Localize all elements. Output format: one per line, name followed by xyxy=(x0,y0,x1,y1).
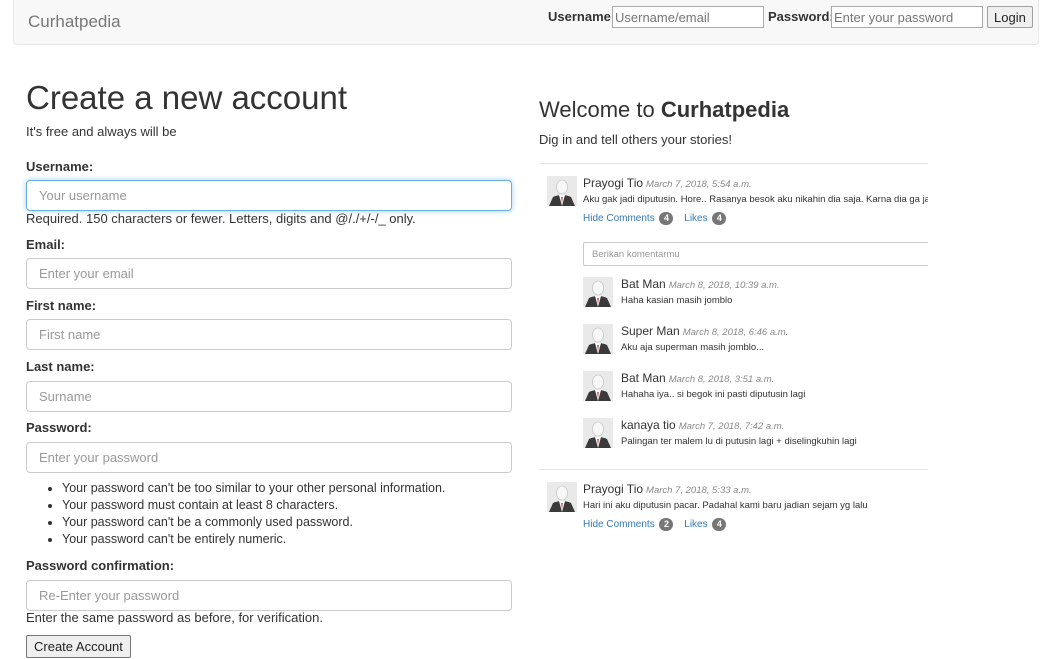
login-form: Username: Password: Login xyxy=(548,6,1038,28)
avatar xyxy=(583,324,613,354)
comments-count-badge: 2 xyxy=(659,518,674,531)
comments-count-badge: 4 xyxy=(659,212,674,225)
comment-item: Super Man March 8, 2018, 6:46 a.m. Aku aj… xyxy=(583,324,928,356)
avatar xyxy=(583,418,613,448)
email-field[interactable] xyxy=(26,258,512,289)
avatar xyxy=(583,277,613,307)
password-label: Password: xyxy=(768,9,834,24)
password-rule: Your password must contain at least 8 ch… xyxy=(62,497,445,514)
feed-divider xyxy=(539,469,928,470)
page-title: Create a new account xyxy=(26,79,348,116)
comment-author-name[interactable]: Bat Man xyxy=(621,371,666,385)
post-author-name[interactable]: Prayogi Tio xyxy=(583,482,643,496)
feed-divider xyxy=(539,163,928,164)
comment-author-name[interactable]: kanaya tio xyxy=(621,418,676,432)
first-name-field-label: First name: xyxy=(26,298,97,313)
comment-author: Super Man March 8, 2018, 6:46 a.m. xyxy=(621,324,788,338)
comment-item: kanaya tio March 7, 2018, 7:42 a.m. Palin… xyxy=(583,418,928,450)
tagline: It's free and always will be xyxy=(26,124,177,139)
comment-author: Bat Man March 8, 2018, 10:39 a.m. xyxy=(621,277,780,291)
default-avatar-icon xyxy=(547,176,577,206)
comment-author-name[interactable]: Super Man xyxy=(621,324,680,338)
comment-date: March 8, 2018, 3:51 a.m. xyxy=(668,374,775,385)
welcome-title: Welcome to Curhatpedia xyxy=(539,96,928,124)
default-avatar-icon xyxy=(547,482,577,512)
welcome-section: Welcome to Curhatpedia Dig in and tell o… xyxy=(539,96,928,147)
stories-feed: Prayogi Tio March 7, 2018, 5:54 a.m. Aku … xyxy=(539,163,928,583)
comment-text: Aku aja superman masih jomblo... xyxy=(621,342,765,353)
login-button[interactable]: Login xyxy=(987,6,1033,28)
hide-comments-link[interactable]: Hide Comments 4 xyxy=(583,212,674,225)
comment-item: Bat Man March 8, 2018, 10:39 a.m. Haha ka… xyxy=(583,277,928,309)
post-author: Prayogi Tio March 7, 2018, 5:33 a.m. xyxy=(583,482,752,496)
likes-label: Likes xyxy=(684,213,708,224)
hide-comments-label: Hide Comments xyxy=(583,213,655,224)
signup-form: Create a new account It's free and alway… xyxy=(26,78,512,658)
password-confirmation-help: Enter the same password as before, for v… xyxy=(26,610,323,625)
password-confirmation-field[interactable] xyxy=(26,580,512,611)
comment-date: March 8, 2018, 6:46 a.m. xyxy=(682,327,789,338)
welcome-title-prefix: Welcome to xyxy=(539,97,661,122)
password-rule: Your password can't be entirely numeric. xyxy=(62,531,445,548)
email-field-label: Email: xyxy=(26,237,66,252)
likes-label: Likes xyxy=(684,519,708,530)
avatar xyxy=(547,176,577,206)
password-field-label: Password: xyxy=(26,420,92,435)
last-name-field[interactable] xyxy=(26,381,512,412)
post-date: March 7, 2018, 5:33 a.m. xyxy=(646,485,752,496)
comment-date: March 8, 2018, 10:39 a.m. xyxy=(668,280,780,291)
likes-count-badge: 4 xyxy=(712,212,727,225)
welcome-subtitle: Dig in and tell others your stories! xyxy=(539,132,732,147)
likes-link[interactable]: Likes 4 xyxy=(684,518,727,531)
first-name-field[interactable] xyxy=(26,319,512,350)
default-avatar-icon xyxy=(583,371,613,401)
comment-author: Bat Man March 8, 2018, 3:51 a.m. xyxy=(621,371,774,385)
avatar xyxy=(583,371,613,401)
avatar xyxy=(547,482,577,512)
likes-link[interactable]: Likes 4 xyxy=(684,212,727,225)
username-field-label: Username: xyxy=(26,159,94,174)
top-navbar: Curhatpedia Username: Password: Login xyxy=(13,0,1039,45)
username-field[interactable] xyxy=(26,180,512,211)
default-avatar-icon xyxy=(583,418,613,448)
hide-comments-link[interactable]: Hide Comments 2 xyxy=(583,518,674,531)
comment-text: Palingan ter malem lu di putusin lagi + … xyxy=(621,436,857,447)
login-password-input[interactable] xyxy=(831,6,983,28)
post-text: Aku gak jadi diputusin. Hore.. Rasanya b… xyxy=(583,194,928,205)
password-field[interactable] xyxy=(26,442,512,473)
password-rule: Your password can't be too similar to yo… xyxy=(62,480,445,497)
last-name-field-label: Last name: xyxy=(26,359,95,374)
username-label: Username: xyxy=(548,9,616,24)
welcome-title-brand: Curhatpedia xyxy=(660,97,790,122)
hide-comments-label: Hide Comments xyxy=(583,519,655,530)
default-avatar-icon xyxy=(583,277,613,307)
post-author-name[interactable]: Prayogi Tio xyxy=(583,176,643,190)
password-rules-list: Your password can't be too similar to yo… xyxy=(26,480,445,548)
comment-author: kanaya tio March 7, 2018, 7:42 a.m. xyxy=(621,418,784,432)
comment-text: Haha kasian masih jomblo xyxy=(621,295,733,306)
comment-text: Hahaha iya.. si begok ini pasti diputusi… xyxy=(621,389,806,400)
password-confirmation-label: Password confirmation: xyxy=(26,558,175,573)
comment-date: March 7, 2018, 7:42 a.m. xyxy=(678,421,785,432)
comment-author-name[interactable]: Bat Man xyxy=(621,277,666,291)
post-actions: Hide Comments 4 Likes 4 xyxy=(583,212,734,225)
default-avatar-icon xyxy=(583,324,613,354)
username-help-text: Required. 150 characters or fewer. Lette… xyxy=(26,211,416,226)
post-text: Hari ini aku diputusin pacar. Padahal ka… xyxy=(583,500,868,511)
create-account-button[interactable]: Create Account xyxy=(26,635,131,658)
post-date: March 7, 2018, 5:54 a.m. xyxy=(646,179,752,190)
brand-logo[interactable]: Curhatpedia xyxy=(28,12,121,32)
post-author: Prayogi Tio March 7, 2018, 5:54 a.m. xyxy=(583,176,752,190)
password-rule: Your password can't be a commonly used p… xyxy=(62,514,445,531)
likes-count-badge: 4 xyxy=(712,518,727,531)
login-username-input[interactable] xyxy=(612,6,764,28)
comment-item: Bat Man March 8, 2018, 3:51 a.m. Hahaha i… xyxy=(583,371,928,403)
comment-input[interactable] xyxy=(583,242,928,266)
post-actions: Hide Comments 2 Likes 4 xyxy=(583,518,734,531)
